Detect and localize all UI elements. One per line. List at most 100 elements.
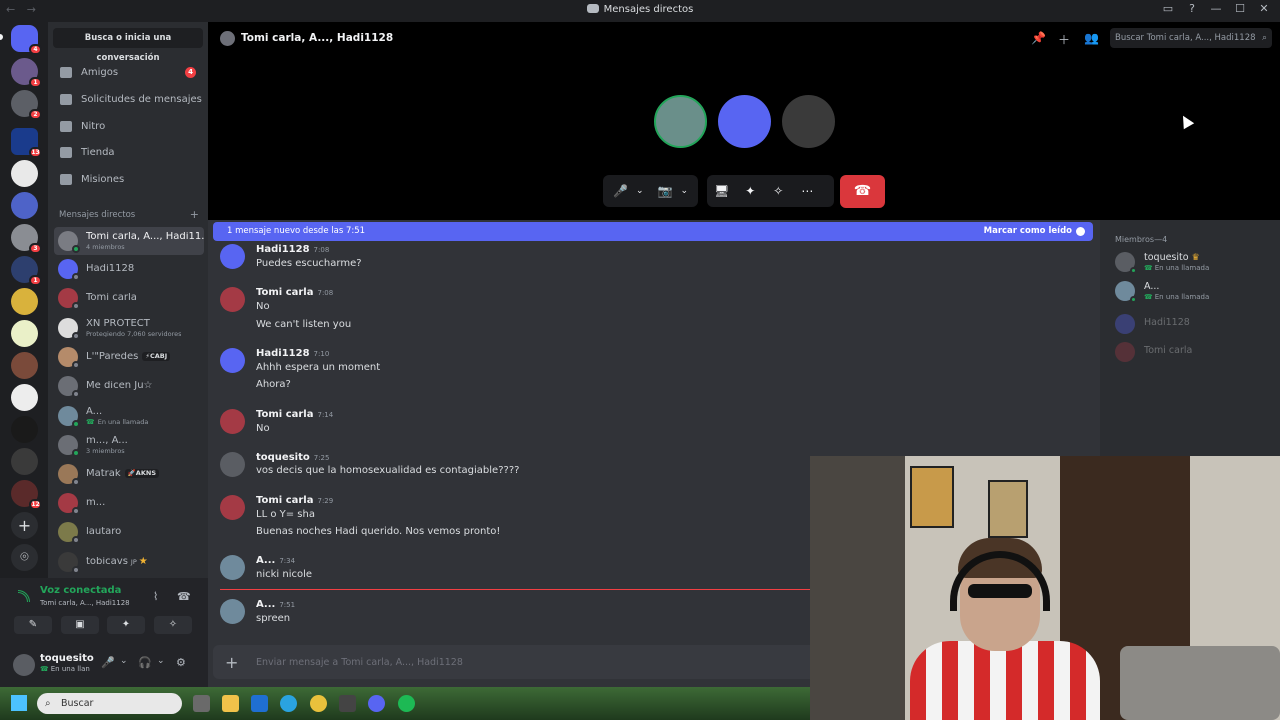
message-input[interactable]: Enviar mensaje a Tomi carla, A..., Hadi1… — [256, 657, 463, 668]
camera-icon[interactable]: 📷 — [658, 184, 673, 198]
server-icon[interactable] — [11, 448, 38, 475]
server-icon[interactable] — [11, 384, 38, 411]
avatar[interactable] — [220, 555, 245, 580]
members-icon[interactable]: 👥 — [1084, 31, 1099, 45]
server-icon[interactable]: 1 — [11, 58, 42, 88]
dm-item[interactable]: XN PROTECT Protegiendo 7,060 servidores — [54, 314, 204, 342]
dm-home-icon[interactable]: 4 — [11, 25, 42, 55]
nav-message-requests[interactable]: Solicitudes de mensajes — [54, 87, 202, 111]
server-icon[interactable]: 13 — [11, 128, 42, 158]
store-icon[interactable] — [251, 695, 268, 712]
gear-icon[interactable]: ⚙ — [176, 656, 186, 669]
server-icon[interactable]: 1 — [11, 256, 42, 286]
server-icon[interactable] — [11, 320, 38, 347]
channel-title[interactable]: Tomi carla, A..., Hadi1128 — [241, 32, 393, 44]
search-input[interactable]: Buscar Tomi carla, A..., Hadi1128 ⌕ — [1110, 28, 1272, 48]
voice-status[interactable]: Voz conectada — [40, 585, 121, 596]
new-dm-icon[interactable]: + — [190, 208, 199, 221]
dm-item[interactable]: lautaro — [54, 518, 204, 546]
server-icon[interactable] — [11, 416, 38, 443]
activity-button[interactable]: ✦ — [107, 616, 145, 634]
server-icon[interactable] — [11, 192, 38, 219]
taskbar-search[interactable]: ⌕ Buscar — [37, 693, 182, 714]
message-author[interactable]: Tomi carla 7:08 — [256, 287, 333, 298]
task-view-icon[interactable] — [193, 695, 210, 712]
avatar[interactable] — [220, 348, 245, 373]
dm-item[interactable]: Hadi1128 — [54, 255, 204, 283]
server-icon[interactable]: 12 — [11, 480, 42, 510]
chrome-icon[interactable] — [310, 695, 327, 712]
dm-item[interactable]: A...En una llamada — [54, 402, 204, 430]
server-icon[interactable]: 3 — [11, 224, 42, 254]
edge-icon[interactable] — [280, 695, 297, 712]
inbox-icon[interactable]: ▭ — [1156, 2, 1180, 15]
avatar[interactable] — [13, 654, 35, 676]
chevron-down-icon[interactable]: ⌄ — [680, 186, 688, 196]
server-icon[interactable] — [11, 352, 38, 379]
chevron-down-icon[interactable]: ⌄ — [636, 186, 644, 196]
noise-suppression-icon[interactable]: ⌇ — [153, 590, 158, 603]
message-author[interactable]: Tomi carla 7:14 — [256, 409, 333, 420]
dm-item[interactable]: Tomi carla, A..., Hadi11... 4 miembros — [54, 227, 204, 255]
nav-friends[interactable]: Amigos 4 — [54, 60, 202, 84]
disconnect-icon[interactable]: ☎ — [177, 590, 191, 603]
avatar[interactable] — [220, 287, 245, 312]
file-explorer-icon[interactable] — [222, 695, 239, 712]
screen-share-icon[interactable]: 🖥 — [714, 184, 729, 198]
nav-nitro[interactable]: Nitro — [54, 114, 202, 138]
find-conversation-button[interactable]: Busca o inicia una conversación — [53, 28, 203, 63]
dm-item[interactable]: Me dicen Ju☆ — [54, 372, 204, 400]
mic-icon[interactable]: 🎤 — [613, 184, 628, 198]
message-author[interactable]: Tomi carla 7:29 — [256, 495, 333, 506]
soundboard-icon[interactable]: ✧ — [773, 184, 783, 198]
pin-icon[interactable]: 📌 — [1031, 31, 1046, 45]
message-author[interactable]: Hadi1128 7:08 — [256, 244, 329, 255]
participant-avatar[interactable] — [654, 95, 707, 148]
more-icon[interactable]: ⋯ — [801, 184, 813, 198]
close-button[interactable]: ✕ — [1252, 2, 1276, 15]
dm-item[interactable]: m..., A... 3 miembros — [54, 431, 204, 459]
nav-quests[interactable]: Misiones — [54, 167, 202, 191]
soundboard-button[interactable]: ✧ — [154, 616, 192, 634]
dm-item[interactable]: L'"Paredes ⚡CABJ — [54, 343, 204, 371]
dm-item[interactable]: Matrak 🚀AKNS — [54, 460, 204, 488]
help-icon[interactable]: ? — [1180, 2, 1204, 15]
avatar[interactable] — [220, 495, 245, 520]
activity-icon[interactable]: ✦ — [745, 184, 755, 198]
avatar[interactable] — [220, 599, 245, 624]
message-author[interactable]: A... 7:34 — [256, 555, 295, 566]
avatar[interactable] — [220, 409, 245, 434]
message-author[interactable]: Hadi1128 7:10 — [256, 348, 329, 359]
discord-icon[interactable] — [368, 695, 385, 712]
participant-avatar[interactable] — [718, 95, 771, 148]
minimize-button[interactable]: — — [1204, 2, 1228, 15]
hangup-button[interactable]: ☎ — [840, 175, 885, 208]
dm-item[interactable]: Tomi carla — [54, 284, 204, 312]
screen-share-button[interactable]: ▣ — [61, 616, 99, 634]
camera-button[interactable]: ✎ — [14, 616, 52, 634]
nav-shop[interactable]: Tienda — [54, 140, 202, 164]
mark-as-read-button[interactable]: Marcar como leído — [984, 222, 1072, 241]
discover-icon[interactable]: ⌾ — [11, 544, 38, 571]
chevron-down-icon[interactable]: ⌄ — [120, 656, 128, 666]
participant-avatar[interactable] — [782, 95, 835, 148]
server-icon[interactable]: 2 — [11, 90, 42, 120]
mic-icon[interactable]: 🎤 — [101, 656, 115, 669]
add-attachment-icon[interactable]: + — [225, 653, 238, 672]
server-icon[interactable] — [11, 288, 38, 315]
avatar[interactable] — [220, 452, 245, 477]
windows-start-icon[interactable] — [11, 695, 27, 711]
voice-channel-name[interactable]: Tomi carla, A..., Hadi1128 — [40, 599, 130, 607]
spotify-icon[interactable] — [398, 695, 415, 712]
obs-icon[interactable] — [339, 695, 356, 712]
dm-item[interactable]: tobicavs JP ★ — [54, 548, 204, 576]
username[interactable]: toquesito — [40, 653, 94, 664]
avatar[interactable] — [220, 244, 245, 269]
dm-item[interactable]: m... — [54, 489, 204, 517]
server-icon[interactable] — [11, 160, 38, 187]
new-messages-banner[interactable]: 1 mensaje nuevo desde las 7:51 Marcar co… — [213, 222, 1093, 241]
headset-icon[interactable]: 🎧 — [138, 656, 152, 669]
add-member-icon[interactable]: ＋ — [1058, 31, 1070, 48]
chevron-down-icon[interactable]: ⌄ — [157, 656, 165, 666]
message-author[interactable]: toquesito 7:25 — [256, 452, 329, 463]
